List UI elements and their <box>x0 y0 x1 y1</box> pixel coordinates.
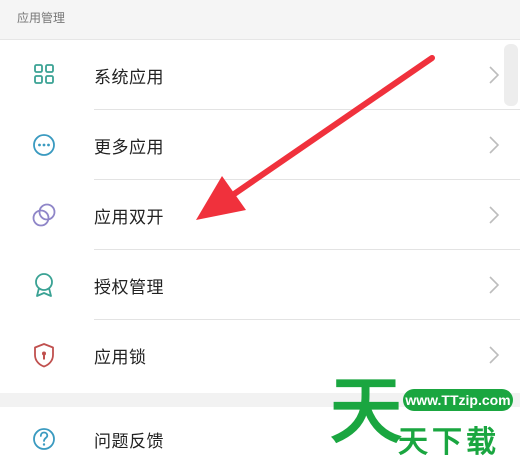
list-item-label: 系统应用 <box>94 68 164 88</box>
shield-lock-icon <box>34 343 54 368</box>
chevron-right-icon <box>489 136 500 154</box>
question-icon <box>33 428 55 450</box>
list-item-permission-management[interactable]: 授权管理 <box>0 250 520 320</box>
list-item-system-apps[interactable]: 系统应用 <box>0 40 520 110</box>
list-item-label: 问题反馈 <box>94 432 164 452</box>
watermark-logo: 天 www.TTzip.com 天下载 <box>330 369 520 467</box>
list-item-label: 授权管理 <box>94 278 164 298</box>
chevron-right-icon <box>489 346 500 364</box>
watermark-big-char: 天 <box>330 369 403 453</box>
list-item-label: 应用双开 <box>94 208 164 228</box>
chevron-right-icon <box>489 276 500 294</box>
more-dots-icon <box>33 134 55 156</box>
section-header: 应用管理 <box>0 0 520 40</box>
section-title: 应用管理 <box>17 11 66 25</box>
list-item-dual-apps[interactable]: 应用双开 <box>0 180 520 250</box>
list-item-label: 应用锁 <box>94 348 147 368</box>
list-item-more-apps[interactable]: 更多应用 <box>0 110 520 180</box>
chevron-right-icon <box>489 66 500 84</box>
grid-icon <box>34 64 54 84</box>
list-item-label: 更多应用 <box>94 138 164 158</box>
watermark-text: 天下载 <box>398 425 500 460</box>
dual-circles-icon <box>32 203 56 227</box>
badge-icon <box>35 273 53 297</box>
watermark-url: www.TTzip.com <box>403 389 513 411</box>
chevron-right-icon <box>489 206 500 224</box>
